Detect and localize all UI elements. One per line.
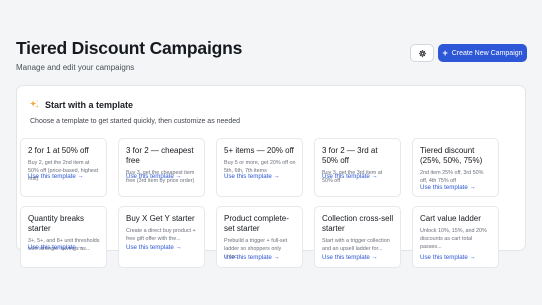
template-card[interactable]: 3 for 2 — 3rd at 50% off Buy 3, get the 3… xyxy=(314,138,401,197)
template-card[interactable]: 5+ items — 20% off Buy 5 or more, get 20%… xyxy=(216,138,303,197)
template-card[interactable]: Buy X Get Y starter Create a direct buy p… xyxy=(118,206,205,268)
template-card[interactable]: Product complete-set starter Prebuild a t… xyxy=(216,206,303,268)
page-title: Tiered Discount Campaigns xyxy=(16,38,243,58)
template-title: Collection cross-sell starter xyxy=(322,214,394,233)
use-template-link[interactable]: Use this template → xyxy=(322,173,378,180)
template-title: Cart value ladder xyxy=(420,214,481,223)
use-template-link[interactable]: Use this template → xyxy=(420,184,476,191)
template-title: 2 for 1 at 50% off xyxy=(28,146,89,155)
template-title: Buy X Get Y starter xyxy=(126,214,195,223)
page-subtitle: Manage and edit your campaigns xyxy=(16,63,135,72)
gear-icon xyxy=(418,49,426,57)
use-template-link[interactable]: Use this template → xyxy=(28,173,84,180)
use-template-link[interactable]: Use this template → xyxy=(126,173,182,180)
use-template-link[interactable]: Use this template → xyxy=(420,254,476,261)
use-template-link[interactable]: Use this template → xyxy=(322,254,378,261)
use-template-link[interactable]: Use this template → xyxy=(224,173,280,180)
template-title: 3 for 2 — cheapest free xyxy=(126,146,194,165)
page-header: Tiered Discount Campaigns Manage and edi… xyxy=(16,38,242,73)
template-description: Start with a trigger collection and an u… xyxy=(322,238,390,252)
template-title: 5+ items — 20% off xyxy=(224,146,294,155)
template-title: Tiered discount (25%, 50%, 75%) xyxy=(420,146,483,165)
template-title: Quantity breaks starter xyxy=(28,214,85,233)
use-template-link[interactable]: Use this template → xyxy=(126,244,182,251)
sparkles-icon xyxy=(29,99,39,109)
template-card[interactable]: Tiered discount (25%, 50%, 75%) 2nd item … xyxy=(412,138,499,197)
templates-title: Start with a template xyxy=(45,99,134,110)
templates-description: Choose a template to get started quickly… xyxy=(30,118,240,125)
templates-header: Start with a template xyxy=(29,99,133,110)
plus-icon: + xyxy=(442,47,448,58)
template-description: Create a direct buy product + free gift … xyxy=(126,228,196,242)
template-card[interactable]: Quantity breaks starter 3+, 5+, and 8+ un… xyxy=(20,206,107,268)
create-campaign-button[interactable]: + Create New Campaign xyxy=(438,44,527,62)
template-card[interactable]: 2 for 1 at 50% off Buy 2, get the 2nd ite… xyxy=(20,138,107,197)
settings-button[interactable] xyxy=(410,44,434,62)
create-campaign-label: Create New Campaign xyxy=(451,49,523,57)
template-card[interactable]: Collection cross-sell starter Start with … xyxy=(314,206,401,268)
template-title: Product complete-set starter xyxy=(224,214,289,233)
template-title: 3 for 2 — 3rd at 50% off xyxy=(322,146,378,165)
template-description: Unlock 10%, 15%, and 20% discounts as ca… xyxy=(420,228,487,250)
use-template-link[interactable]: Use this template → xyxy=(28,244,84,251)
template-description: 2nd item 25% off, 3rd 50% off, 4th 75% o… xyxy=(420,170,484,184)
template-card[interactable]: 3 for 2 — cheapest free Buy 3, get the ch… xyxy=(118,138,205,197)
template-card[interactable]: Cart value ladder Unlock 10%, 15%, and 20… xyxy=(412,206,499,268)
use-template-link[interactable]: Use this template → xyxy=(224,254,280,261)
